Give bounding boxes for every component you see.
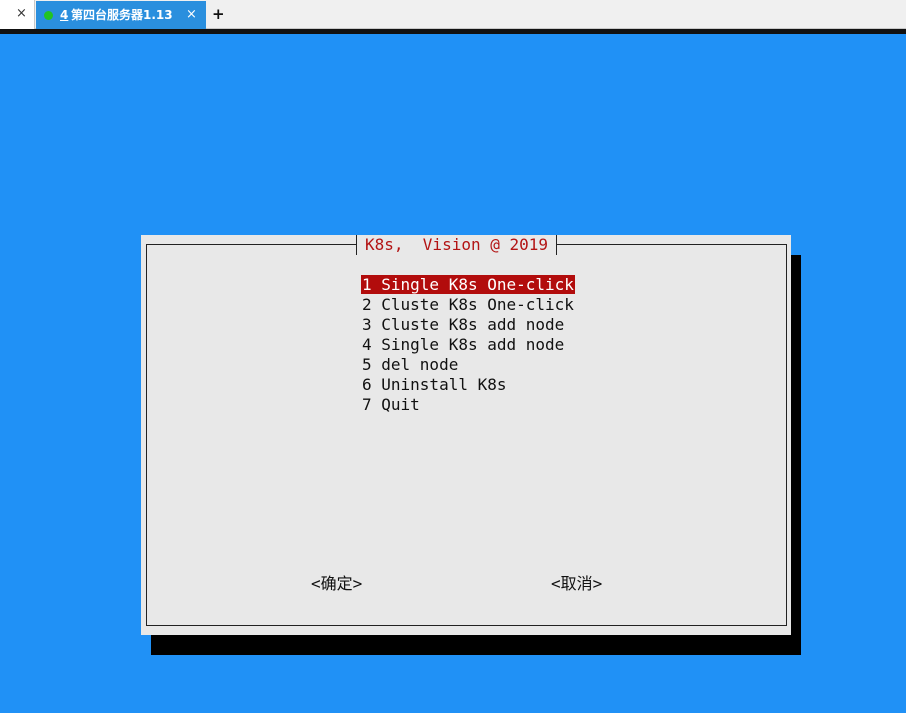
menu-item[interactable]: 1 Single K8s One-click xyxy=(361,275,575,295)
tab-previous[interactable]: × xyxy=(0,0,35,29)
connection-status-icon xyxy=(44,11,53,20)
menu-dialog: K8s, Vision @ 2019 1 Single K8s One-clic… xyxy=(141,235,791,635)
menu-list: 1 Single K8s One-click 2 Cluste K8s One-… xyxy=(361,275,575,415)
close-icon[interactable]: × xyxy=(186,7,197,23)
tab-active-server[interactable]: 4 第四台服务器1.13 × xyxy=(36,1,206,29)
ok-button[interactable]: <确定> xyxy=(311,574,362,594)
menu-item[interactable]: 5 del node xyxy=(361,355,575,375)
close-icon[interactable]: × xyxy=(16,6,27,22)
new-tab-button[interactable]: + xyxy=(212,5,225,23)
cancel-button[interactable]: <取消> xyxy=(551,574,602,594)
menu-item[interactable]: 7 Quit xyxy=(361,395,575,415)
menu-item[interactable]: 3 Cluste K8s add node xyxy=(361,315,575,335)
tab-number: 4 xyxy=(60,8,69,22)
dialog-title: K8s, Vision @ 2019 xyxy=(356,235,558,255)
tab-label: 第四台服务器1.13 xyxy=(71,8,173,22)
menu-item[interactable]: 4 Single K8s add node xyxy=(361,335,575,355)
menu-item[interactable]: 2 Cluste K8s One-click xyxy=(361,295,575,315)
menu-item[interactable]: 6 Uninstall K8s xyxy=(361,375,575,395)
terminal-window[interactable]: K8s, Vision @ 2019 1 Single K8s One-clic… xyxy=(0,34,906,713)
tab-bar: × 4 第四台服务器1.13 × + xyxy=(0,0,906,29)
